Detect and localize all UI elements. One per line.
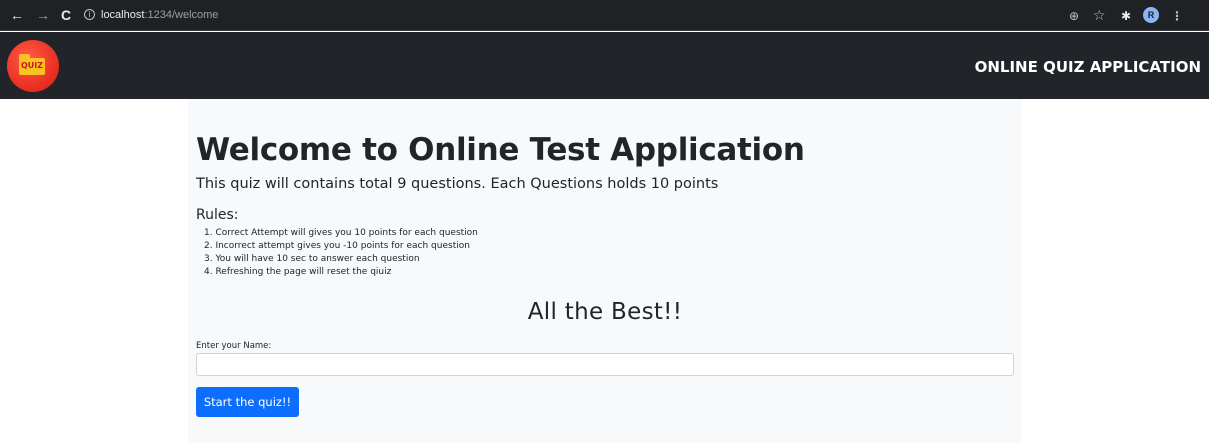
rules-heading: Rules: [196, 207, 239, 223]
quiz-logo[interactable]: QUIZ [7, 40, 59, 92]
folder-icon: QUIZ [19, 54, 45, 75]
logo-text: QUIZ [20, 61, 44, 70]
back-icon[interactable]: ← [10, 7, 24, 23]
browser-menu-icon[interactable]: ⋮ [1171, 7, 1183, 25]
rule-item: 4. Refreshing the page will reset the qi… [204, 267, 392, 277]
forward-icon[interactable]: → [36, 7, 50, 23]
profile-avatar[interactable]: R [1143, 7, 1159, 23]
address-bar[interactable]: i localhost:1234/welcome [84, 5, 1068, 26]
closing-message: All the Best!! [527, 299, 683, 325]
zoom-icon[interactable]: ⊕ [1069, 7, 1079, 25]
name-input[interactable] [196, 353, 1014, 376]
start-quiz-button[interactable]: Start the quiz!! [196, 387, 299, 417]
rule-item: 1. Correct Attempt will gives you 10 poi… [204, 228, 478, 238]
bookmark-star-icon[interactable]: ☆ [1093, 7, 1106, 25]
rule-item: 3. You will have 10 sec to answer each q… [204, 254, 420, 264]
reload-icon[interactable]: C [61, 7, 71, 23]
url-host: localhost [101, 9, 145, 21]
url-path: :1234/welcome [144, 9, 219, 21]
browser-toolbar: ← → C i localhost:1234/welcome ⊕ ☆ ✱ R ⋮ [0, 0, 1209, 31]
name-label: Enter your Name: [196, 341, 272, 351]
site-info-icon[interactable]: i [84, 8, 95, 20]
quiz-description: This quiz will contains total 9 question… [196, 176, 719, 192]
extensions-icon[interactable]: ✱ [1121, 7, 1131, 25]
rules-list: 1. Correct Attempt will gives you 10 poi… [196, 227, 478, 279]
page-title: Welcome to Online Test Application [196, 132, 805, 168]
app-title: ONLINE QUIZ APPLICATION [974, 58, 1201, 76]
app-navbar: QUIZ ONLINE QUIZ APPLICATION [0, 32, 1209, 99]
welcome-container: Welcome to Online Test Application This … [188, 99, 1022, 443]
rule-item: 2. Incorrect attempt gives you -10 point… [204, 241, 470, 251]
